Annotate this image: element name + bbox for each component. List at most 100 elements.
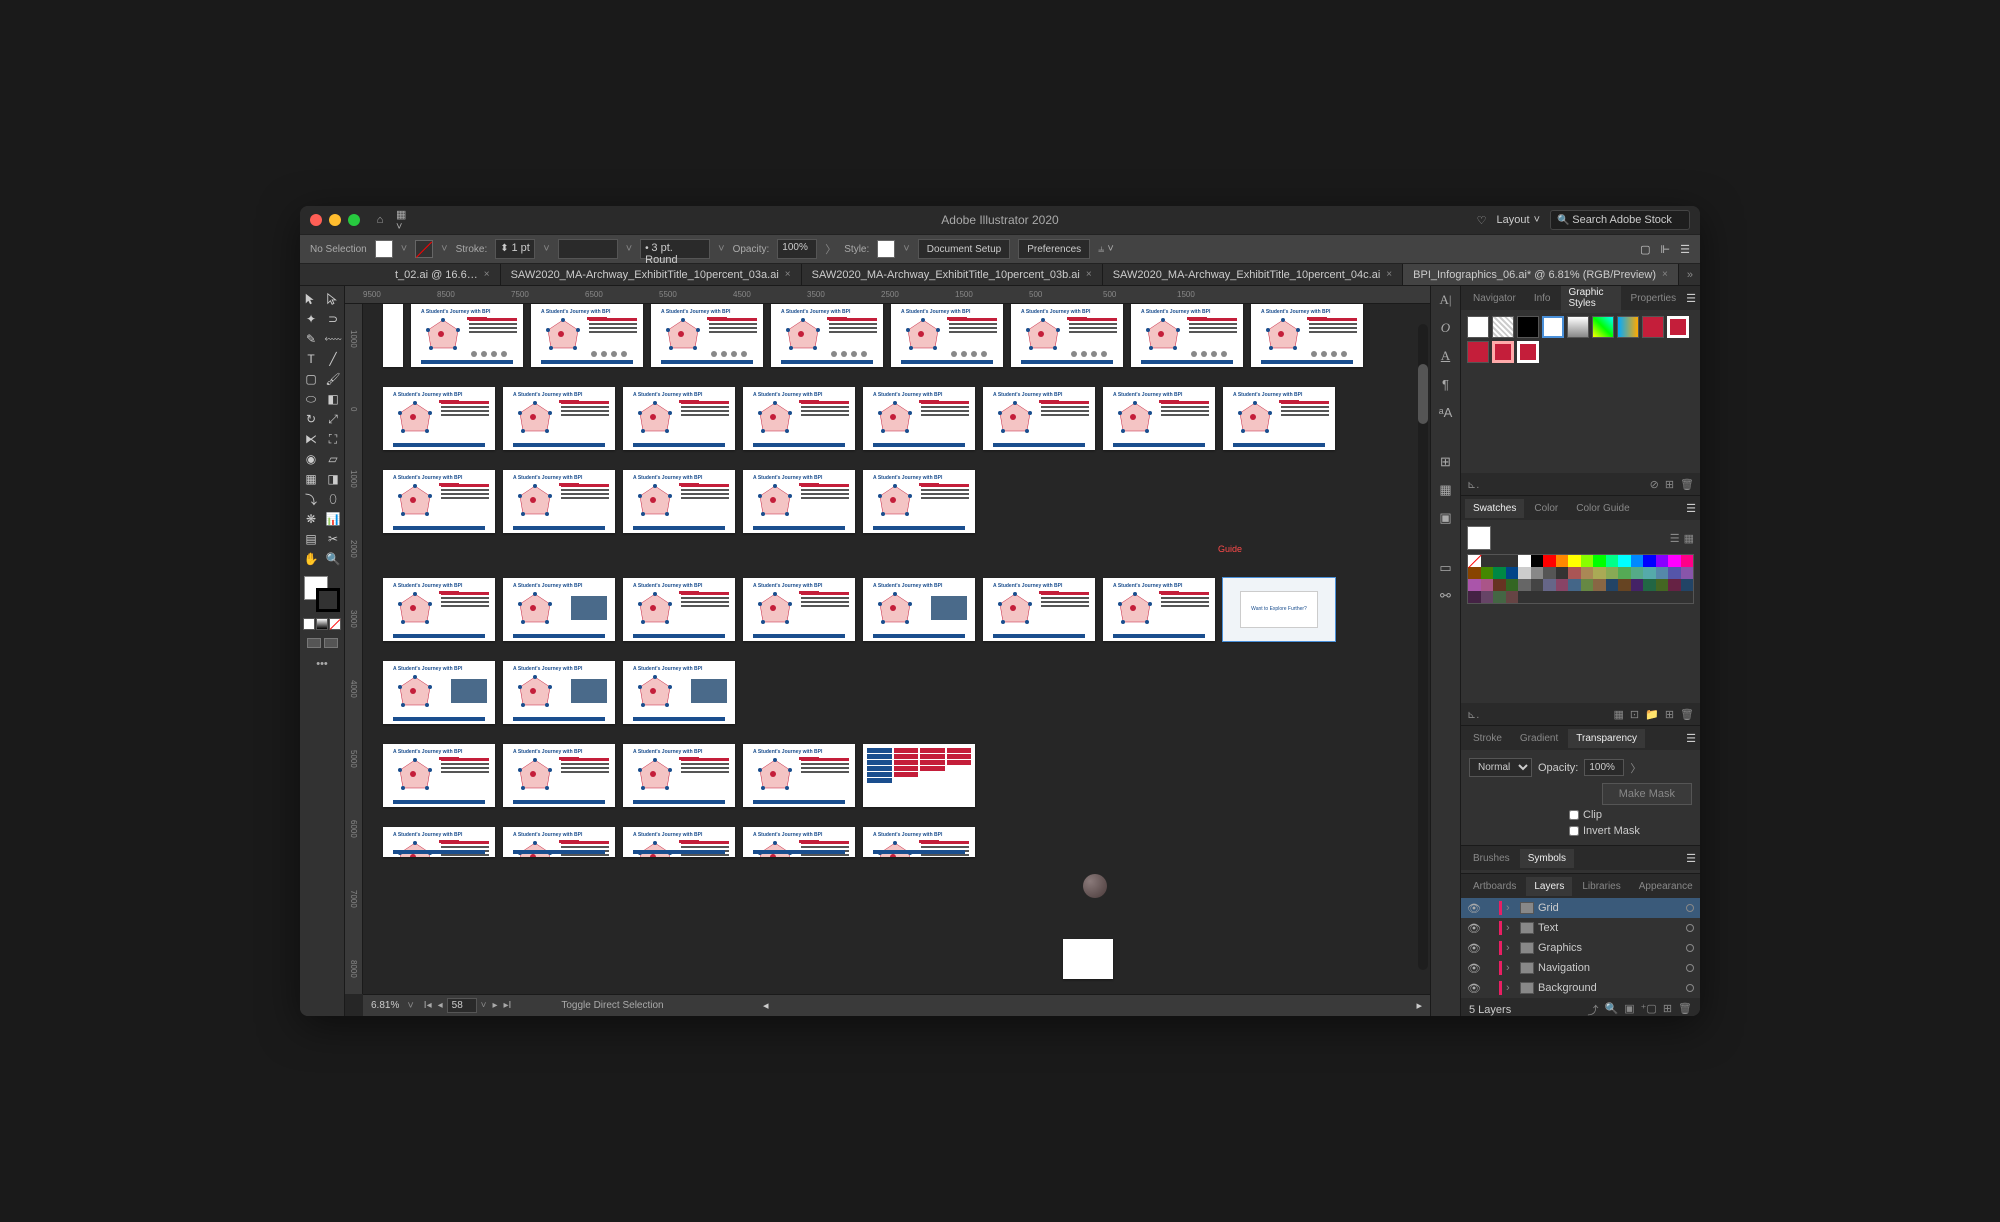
gradient-tool[interactable]: ◨ [323,470,343,488]
pen-tool[interactable]: ✎ [301,330,321,348]
artboard[interactable]: A Student's Journey with BPI [503,661,615,724]
graphic-style-swatch[interactable] [1492,341,1514,363]
swatch-cell[interactable] [1681,579,1694,591]
artboard[interactable]: A Student's Journey with BPI [411,304,523,367]
artboard[interactable]: A Student's Journey with BPI [651,304,763,367]
swatch-cell[interactable] [1506,591,1519,603]
mesh-tool[interactable]: ▦ [301,470,321,488]
artboard[interactable]: A Student's Journey with BPI [863,387,975,450]
visibility-icon[interactable]: 👁 [1467,942,1481,955]
none-mode-icon[interactable] [329,618,341,630]
first-artboard-icon[interactable]: I◂ [422,1000,434,1011]
swatch-cell[interactable] [1506,567,1519,579]
swatch-cell[interactable] [1481,591,1494,603]
swatch-cell[interactable] [1506,555,1519,567]
panel-tab[interactable]: Libraries [1574,877,1628,896]
swatch-cell[interactable] [1468,591,1481,603]
graphic-style-swatch[interactable] [1592,316,1614,338]
swatch-cell[interactable] [1481,579,1494,591]
swatch-cell[interactable] [1568,579,1581,591]
swatch-cell[interactable] [1493,579,1506,591]
swatch-cell[interactable] [1631,567,1644,579]
swatch-cell[interactable] [1481,555,1494,567]
slice-tool[interactable]: ✂ [323,530,343,548]
panel-tab[interactable]: Color [1526,499,1566,518]
home-icon[interactable]: ⌂ [372,212,388,228]
panel-tab[interactable]: Color Guide [1568,499,1637,518]
make-clip-icon[interactable]: ▣ [1624,1002,1634,1016]
swatch-cell[interactable] [1531,579,1544,591]
swatch-cell[interactable] [1618,555,1631,567]
panel-tab[interactable]: Appearance [1631,877,1700,896]
blend-tool[interactable]: ⬯ [323,490,343,508]
panel-menu-icon[interactable]: ☰ [1686,502,1696,515]
transform-panel-icon[interactable]: ▦ [1436,480,1456,500]
artboard[interactable]: A Student's Journey with BPI [623,744,735,807]
canvas[interactable]: A Student's Journey with BPIA Student's … [363,304,1430,994]
layer-row[interactable]: 👁›Navigation [1461,958,1700,978]
document-tab-active[interactable]: BPI_Infographics_06.ai* @ 6.81% (RGB/Pre… [1403,264,1679,286]
swatch-cell[interactable] [1531,567,1544,579]
shape-builder-tool[interactable]: ◉ [301,450,321,468]
search-stock-input[interactable]: 🔍 Search Adobe Stock [1550,210,1690,230]
rectangle-tool[interactable]: ▢ [301,370,321,388]
asset-export-panel-icon[interactable]: ▭ [1436,558,1456,578]
swatch-cell[interactable] [1568,567,1581,579]
align-icon[interactable]: ⫨ ˅ [1098,243,1114,256]
glyphs-panel-icon[interactable]: ¶ [1436,374,1456,394]
swatch-cell[interactable] [1518,555,1531,567]
lasso-tool[interactable]: ⊃ [323,310,343,328]
swatch-cell[interactable] [1631,555,1644,567]
stroke-swatch[interactable] [415,240,433,258]
layer-row[interactable]: 👁›Background [1461,978,1700,998]
document-tab[interactable]: SAW2020_MA-Archway_ExhibitTitle_10percen… [501,264,802,286]
swatch-cell[interactable] [1568,555,1581,567]
expand-icon[interactable]: › [1506,922,1516,934]
new-group-icon[interactable]: 📁 [1645,708,1659,721]
tab-overflow-icon[interactable]: » [1679,269,1700,281]
menu-icon[interactable]: ☰ [1680,243,1690,256]
artboard[interactable] [863,744,975,807]
swatch-cell[interactable] [1606,555,1619,567]
character-panel-icon[interactable]: A| [1436,290,1456,310]
artboard[interactable]: A Student's Journey with BPI [1223,387,1335,450]
panel-menu-icon[interactable]: ☰ [1686,732,1696,745]
stroke-weight-input[interactable]: ⬍ 1 pt [495,239,535,259]
artboard[interactable]: A Student's Journey with BPI [503,744,615,807]
zoom-tool[interactable]: 🔍 [323,550,343,568]
links-panel-icon[interactable]: ⚯ [1436,586,1456,606]
brush-select[interactable]: • 3 pt. Round [640,239,710,259]
artboard[interactable]: A Student's Journey with BPI [623,661,735,724]
swatch-options-icon[interactable]: ⊡ [1630,708,1639,721]
globe-object[interactable] [1083,874,1107,898]
panel-tab[interactable]: Artboards [1465,877,1524,896]
scroll-left-icon[interactable]: ◂ [763,999,769,1012]
preferences-button[interactable]: Preferences [1018,239,1090,259]
vertical-scrollbar[interactable] [1418,324,1428,970]
swatch-cell[interactable] [1556,579,1569,591]
visibility-icon[interactable]: 👁 [1467,982,1481,995]
target-icon[interactable] [1686,964,1694,972]
swatch-cell[interactable] [1581,567,1594,579]
scroll-right-icon[interactable]: ▸ [1416,999,1422,1012]
visibility-icon[interactable]: 👁 [1467,922,1481,935]
artboard[interactable]: A Student's Journey with BPI [863,470,975,533]
artboard[interactable]: A Student's Journey with BPI [503,827,615,857]
library-icon[interactable]: ⊾. [1467,478,1479,491]
arrange-documents-icon[interactable]: ▦ ˅ [396,212,412,228]
artboard[interactable]: A Student's Journey with BPI [743,744,855,807]
panel-tab-active[interactable]: Symbols [1520,849,1574,868]
swatch-cell[interactable] [1681,555,1694,567]
close-tab-icon[interactable]: × [1662,269,1668,280]
opacity-input[interactable]: 100% [777,239,817,259]
panel-tab[interactable]: Brushes [1465,849,1518,868]
expand-icon[interactable]: › [1506,902,1516,914]
swatch-cell[interactable] [1606,567,1619,579]
current-swatch[interactable] [1467,526,1491,550]
artboard[interactable]: A Student's Journey with BPI [623,578,735,641]
swatch-cell[interactable] [1581,579,1594,591]
swatch-cell[interactable] [1656,555,1669,567]
new-sublayer-icon[interactable]: ⁺▢ [1641,1002,1657,1016]
artboard[interactable]: A Student's Journey with BPI [743,827,855,857]
swatch-cell[interactable] [1593,555,1606,567]
